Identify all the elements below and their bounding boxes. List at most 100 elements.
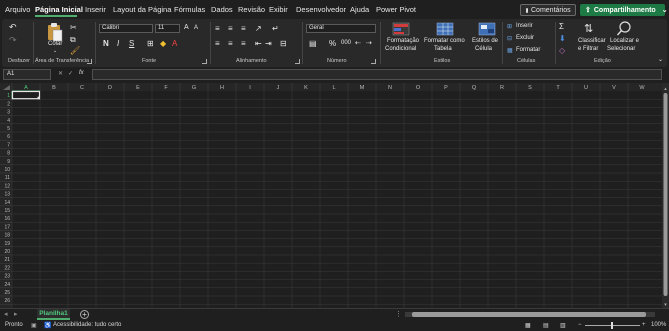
column-header-p[interactable]: P <box>444 85 448 91</box>
column-header-o[interactable]: O <box>416 85 421 91</box>
row-header-11[interactable]: 11 <box>5 175 10 181</box>
find-select-label-2[interactable]: Selecionar <box>607 46 635 52</box>
underline-button[interactable]: S <box>129 39 134 48</box>
column-header-m[interactable]: M <box>360 85 365 91</box>
row-header-8[interactable]: 8 <box>7 151 10 157</box>
redo-icon[interactable]: ↷ <box>9 35 17 46</box>
zoom-in-icon[interactable]: + <box>642 322 646 328</box>
align-middle-icon[interactable]: ≡ <box>228 24 233 33</box>
cell-styles-label-2[interactable]: Célula <box>475 46 492 52</box>
currency-icon[interactable]: ▤ <box>309 39 317 48</box>
column-header-w[interactable]: W <box>639 85 645 91</box>
normal-view-icon[interactable]: ▦ <box>525 322 531 329</box>
decrease-decimal-icon[interactable]: ⇢ <box>366 39 372 47</box>
thousands-button[interactable]: 000 <box>341 40 351 46</box>
row-header-9[interactable]: 9 <box>7 159 10 165</box>
column-header-a[interactable]: A <box>24 85 28 91</box>
font-size-select[interactable]: 11 <box>155 24 180 33</box>
column-header-k[interactable]: K <box>304 85 308 91</box>
number-format-select[interactable]: Geral <box>306 24 376 33</box>
paste-icon[interactable] <box>46 22 63 42</box>
row-header-19[interactable]: 19 <box>4 241 10 247</box>
row-header-17[interactable]: 17 <box>4 224 10 230</box>
percent-button[interactable]: % <box>329 39 336 48</box>
align-bottom-icon[interactable]: ≡ <box>241 24 246 33</box>
tab-formulas[interactable]: Fórmulas <box>174 5 205 14</box>
cut-icon[interactable]: ✂ <box>70 23 77 32</box>
row-header-23[interactable]: 23 <box>4 274 10 280</box>
row-header-18[interactable]: 18 <box>4 233 10 239</box>
alignment-launcher-icon[interactable] <box>295 59 300 64</box>
zoom-out-icon[interactable]: − <box>578 322 582 328</box>
tab-revisao[interactable]: Revisão <box>238 5 265 14</box>
decrease-indent-icon[interactable]: ⇤ <box>255 39 262 48</box>
borders-icon[interactable]: ⊞ <box>147 39 154 48</box>
worksheet-grid[interactable]: A B C D E F G H I J K L M N O P Q R S T U V W 1 2 3 4 5 6 7 8 9 10 11 12 13… <box>0 83 669 308</box>
column-header-d[interactable]: D <box>108 85 112 91</box>
clipboard-launcher-icon[interactable] <box>87 59 92 64</box>
horizontal-scroll-thumb[interactable] <box>412 312 646 317</box>
row-header-22[interactable]: 22 <box>4 265 10 271</box>
conditional-formatting-icon[interactable] <box>392 22 410 36</box>
number-launcher-icon[interactable] <box>371 59 376 64</box>
vertical-scroll-thumb[interactable] <box>663 93 668 296</box>
column-header-j[interactable]: J <box>277 85 280 91</box>
row-header-7[interactable]: 7 <box>7 142 10 148</box>
format-as-table-label-2[interactable]: Tabela <box>434 46 452 52</box>
merge-center-icon[interactable]: ⊟ <box>280 39 287 48</box>
font-name-select[interactable]: Calibri <box>99 24 153 33</box>
column-header-g[interactable]: G <box>192 85 196 91</box>
horizontal-scrollbar[interactable] <box>405 312 655 317</box>
format-painter-icon[interactable]: 🖌 <box>70 46 80 55</box>
cell-styles-icon[interactable] <box>478 22 496 36</box>
comments-button[interactable]: Comentários <box>520 4 576 16</box>
page-break-view-icon[interactable]: ▥ <box>560 322 566 329</box>
sort-filter-label-1[interactable]: Classificar <box>578 38 606 44</box>
name-box[interactable]: A1 <box>3 69 51 80</box>
fill-icon[interactable]: ⬇ <box>559 34 566 43</box>
accessibility-status[interactable]: Acessibilidade: tudo certo <box>53 322 121 328</box>
chevron-down-icon[interactable]: ⌄ <box>662 6 668 14</box>
italic-button[interactable]: I <box>117 39 119 48</box>
font-launcher-icon[interactable] <box>202 59 207 64</box>
sort-filter-icon[interactable]: ⇅ <box>584 22 593 35</box>
format-as-table-label-1[interactable]: Formatar como <box>424 38 465 44</box>
formula-input[interactable] <box>92 69 662 80</box>
cancel-icon[interactable]: ✕ <box>58 70 63 77</box>
row-header-1[interactable]: 1 <box>7 93 10 99</box>
wrap-text-icon[interactable]: ↵ <box>272 24 279 33</box>
sheet-tab-planilha1[interactable]: Planilha1 <box>37 309 70 320</box>
add-sheet-button[interactable]: + <box>80 310 89 319</box>
sort-filter-label-2[interactable]: e Filtrar <box>578 46 598 52</box>
tab-inserir[interactable]: Inserir <box>85 5 106 14</box>
page-layout-view-icon[interactable]: ▤ <box>543 322 549 329</box>
insert-cells-button[interactable]: Inserir <box>516 23 533 29</box>
accessibility-icon[interactable]: ♿ <box>44 322 51 329</box>
conditional-formatting-label-2[interactable]: Condicional <box>385 46 416 52</box>
tab-pagina-inicial[interactable]: Página Inicial <box>35 5 83 14</box>
tab-ajuda[interactable]: Ajuda <box>350 5 369 14</box>
delete-cells-icon[interactable]: ⊟ <box>507 35 512 42</box>
row-header-16[interactable]: 16 <box>4 216 10 222</box>
align-right-icon[interactable]: ≡ <box>241 39 246 48</box>
column-header-q[interactable]: Q <box>472 85 477 91</box>
paste-label[interactable]: Colar <box>48 41 62 47</box>
row-header-6[interactable]: 6 <box>7 134 10 140</box>
column-header-c[interactable]: C <box>80 85 84 91</box>
tab-dados[interactable]: Dados <box>211 5 233 14</box>
row-header-25[interactable]: 25 <box>4 290 10 296</box>
zoom-level[interactable]: 100% <box>651 322 666 328</box>
row-header-2[interactable]: 2 <box>7 101 10 107</box>
collapse-ribbon-icon[interactable]: ⌄ <box>658 56 663 63</box>
column-header-u[interactable]: U <box>584 85 588 91</box>
clear-icon[interactable]: ◇ <box>559 46 565 55</box>
confirm-icon[interactable]: ✓ <box>68 70 73 77</box>
align-left-icon[interactable]: ≡ <box>215 39 220 48</box>
scroll-options-icon[interactable]: ⋮ <box>395 310 402 318</box>
delete-cells-button[interactable]: Excluir <box>516 35 534 41</box>
column-header-l[interactable]: L <box>332 85 335 91</box>
row-header-13[interactable]: 13 <box>4 192 10 198</box>
fill-handle[interactable] <box>37 96 41 100</box>
autosum-icon[interactable]: Σ <box>559 22 564 31</box>
tab-desenvolvedor[interactable]: Desenvolvedor <box>296 5 346 14</box>
